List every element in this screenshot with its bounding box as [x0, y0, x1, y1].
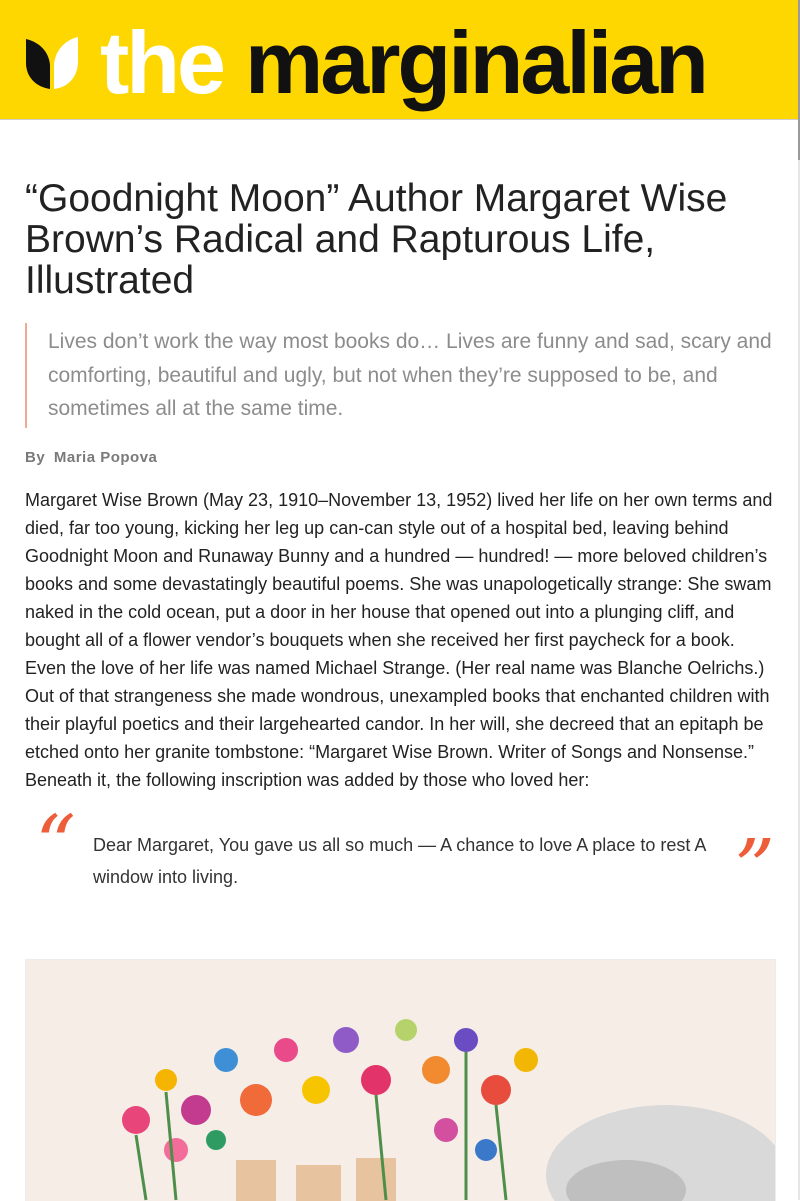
flowers-illustration-icon [26, 960, 775, 1201]
byline-prefix: By [25, 448, 46, 466]
article-body-paragraph: Margaret Wise Brown (May 23, 1910–Novemb… [25, 489, 773, 791]
article-title: “Goodnight Moon” Author Margaret Wise Br… [25, 177, 728, 302]
site-logo-link[interactable]: the marginalian [0, 0, 709, 119]
site-header: the marginalian [0, 0, 798, 120]
article-illustration [25, 959, 776, 1201]
logo-mark-icon [26, 37, 78, 89]
wordmark-main: marginalian [245, 13, 709, 112]
site-wordmark: the marginalian [100, 8, 709, 118]
wordmark-the: the [100, 13, 226, 112]
pull-quote: “ Dear Margaret, You gave us all so much… [25, 804, 775, 908]
open-quote-mark-icon: “ [35, 797, 76, 891]
byline: By Maria Popova [25, 449, 775, 466]
pull-quote-text: Dear Margaret, You gave us all so much —… [93, 834, 706, 887]
article: “Goodnight Moon” Author Margaret Wise Br… [25, 177, 775, 908]
close-quote-mark-icon: ” [734, 821, 775, 915]
author-link[interactable]: Maria Popova [54, 449, 158, 466]
article-epigraph: Lives don’t work the way most books do… … [25, 323, 775, 428]
